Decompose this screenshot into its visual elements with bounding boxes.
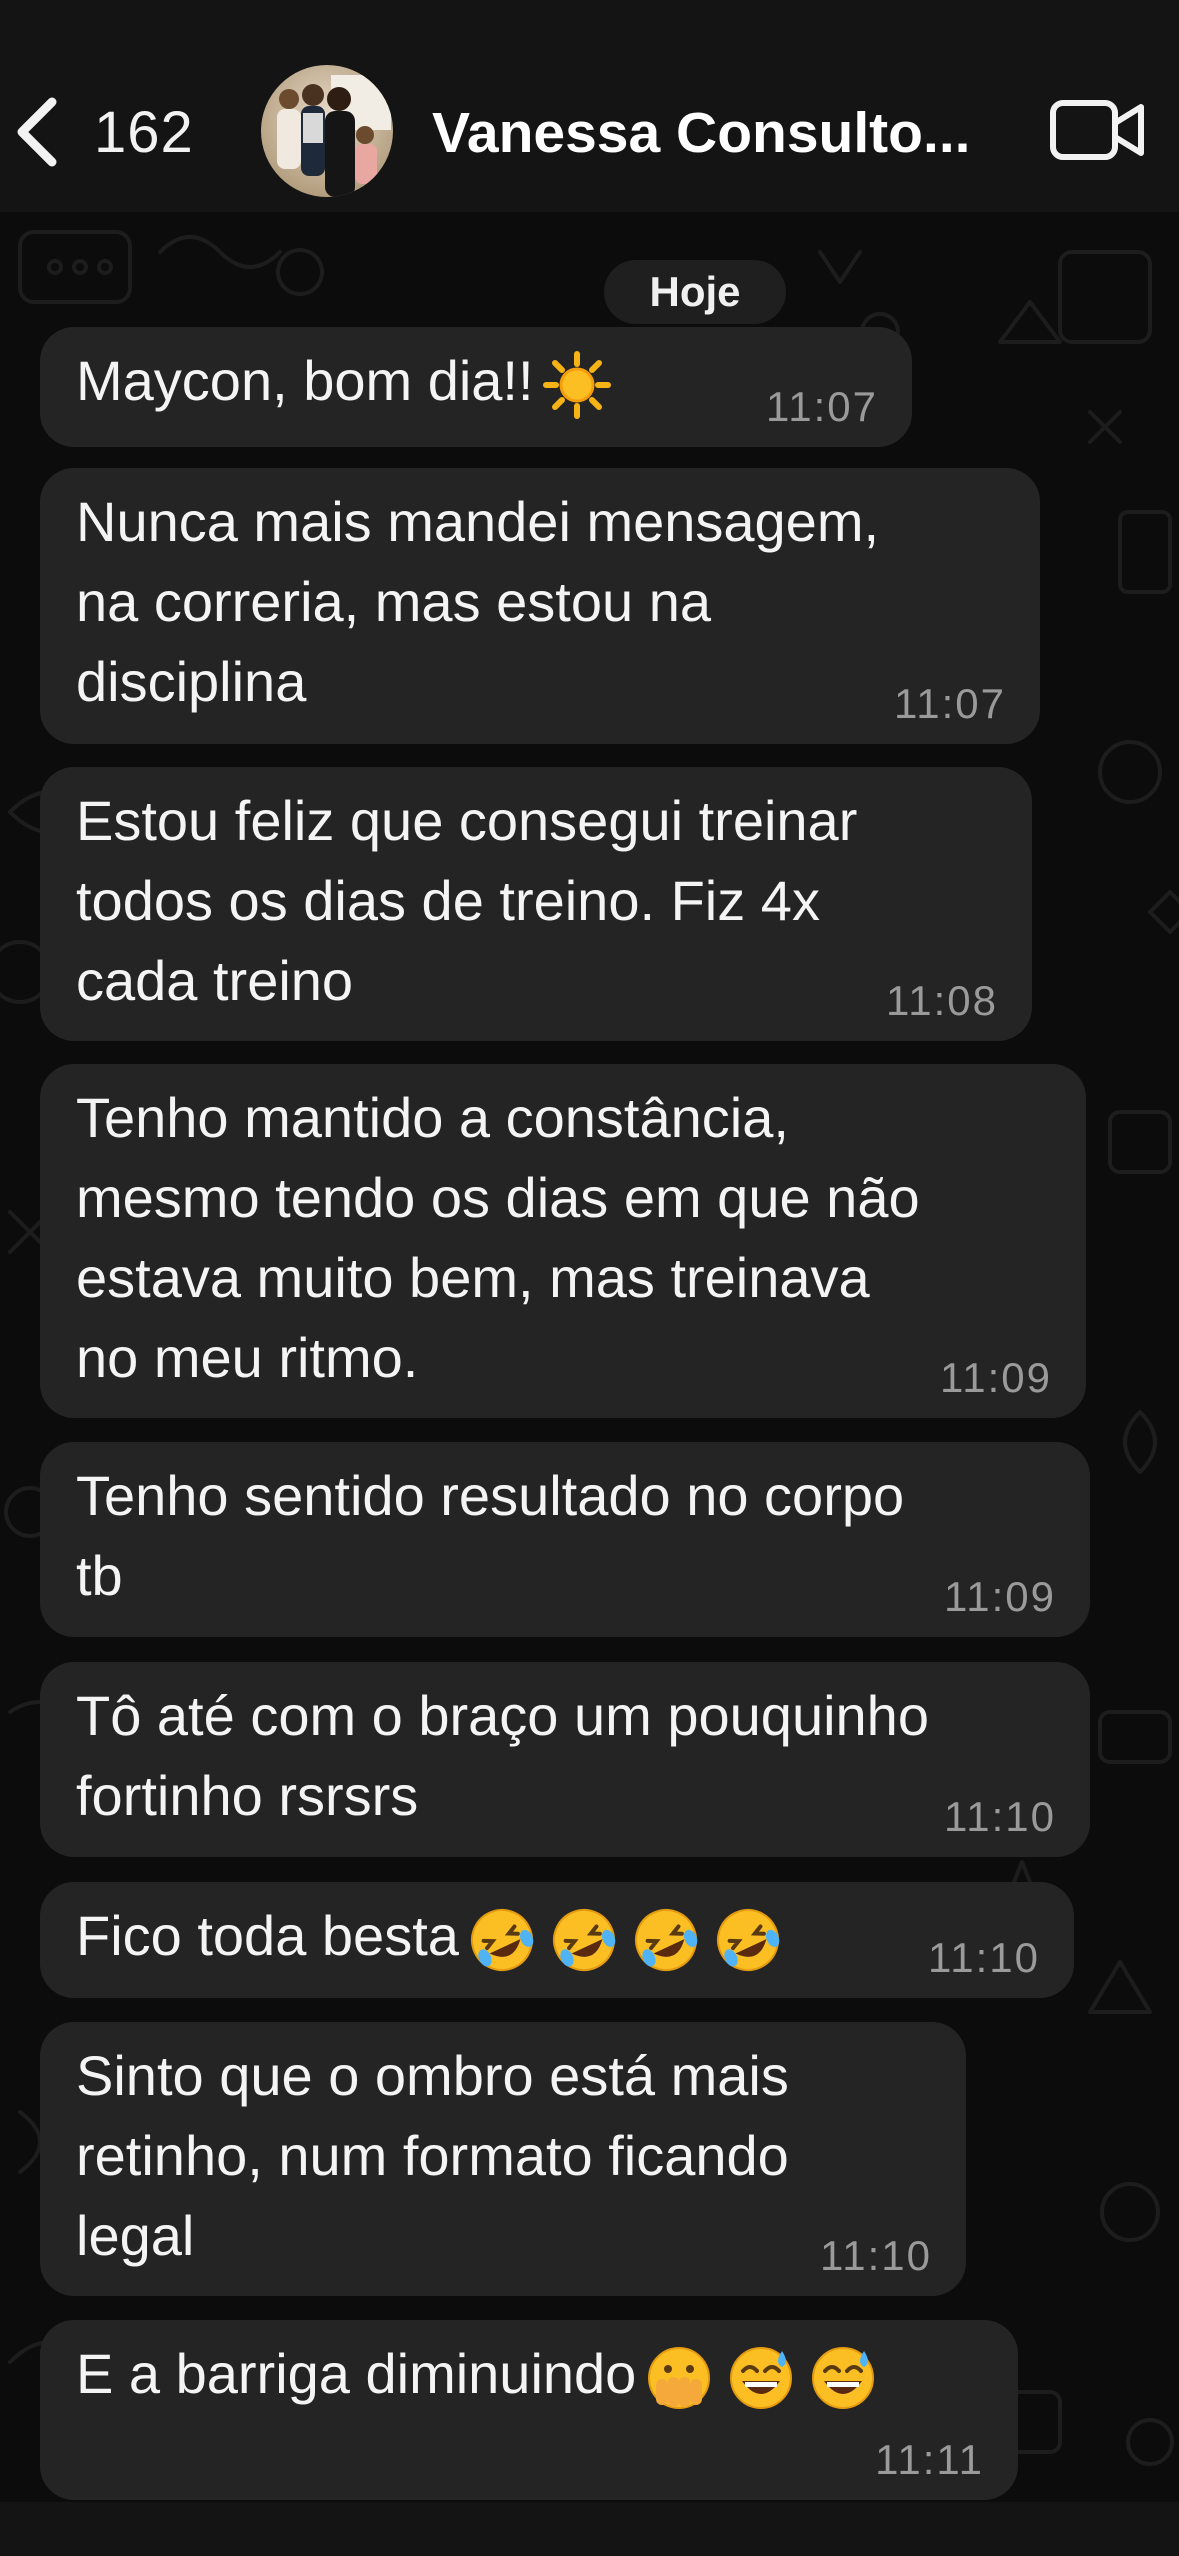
message-bubble[interactable]: Maycon, bom dia!! 11:07 xyxy=(40,327,912,447)
message-time: 11:07 xyxy=(894,680,1006,727)
message-time: 11:10 xyxy=(928,1934,1040,1981)
emoji-group xyxy=(644,2343,878,2413)
message-time: 11:10 xyxy=(820,2232,932,2279)
message-text: Sinto que o ombro está mais retinho, num… xyxy=(76,2044,789,2267)
back-button[interactable]: 162 xyxy=(10,92,210,172)
bottom-bar xyxy=(0,2502,1179,2556)
emoji-group xyxy=(542,350,612,420)
grinning-sweat-emoji-icon xyxy=(730,2347,793,2410)
contact-name[interactable]: Vanessa Consulto... xyxy=(432,98,1012,168)
laughing-emoji-icon xyxy=(634,1909,698,1972)
message-text: Tô até com o braço um pouquinho fortinho… xyxy=(76,1684,929,1827)
grinning-sweat-emoji-icon xyxy=(812,2347,875,2410)
message-bubble[interactable]: Estou feliz que consegui treinar todos o… xyxy=(40,767,1032,1041)
laughing-emoji-icon xyxy=(552,1909,616,1972)
sun-emoji-icon xyxy=(542,351,611,420)
message-text: Tenho mantido a constância, mesmo tendo … xyxy=(76,1086,920,1389)
message-text: Nunca mais mandei mensagem, na correria,… xyxy=(76,490,880,713)
laughing-emoji-icon xyxy=(470,1909,534,1972)
message-text: Tenho sentido resultado no corpo tb xyxy=(76,1464,905,1607)
laughing-emoji-icon xyxy=(716,1909,780,1972)
message-text: E a barriga diminuindo xyxy=(76,2342,878,2410)
message-text-content: Fico toda besta xyxy=(76,1904,459,1967)
video-call-button[interactable] xyxy=(1048,95,1148,165)
message-bubble[interactable]: Tenho mantido a constância, mesmo tendo … xyxy=(40,1064,1086,1418)
message-bubble[interactable]: Fico toda besta 11:10 xyxy=(40,1882,1074,1998)
unread-count: 162 xyxy=(94,99,194,165)
date-separator: Hoje xyxy=(604,260,786,324)
message-time: 11:07 xyxy=(766,383,878,430)
message-time: 11:08 xyxy=(886,977,998,1024)
chat-header: 162 Vanessa Consulto... xyxy=(0,0,1179,212)
message-bubble[interactable]: Nunca mais mandei mensagem, na correria,… xyxy=(40,468,1040,744)
emoji-group xyxy=(467,1905,783,1975)
message-text: Fico toda besta xyxy=(76,1904,783,1972)
hand-over-mouth-emoji-icon xyxy=(648,2347,711,2410)
message-list[interactable]: Hoje Maycon, bom dia!! 11:07 Nunca mais … xyxy=(0,212,1179,2502)
chat-screen: 162 Vanessa Consulto... Hoje Maycon, bom… xyxy=(0,0,1179,2556)
contact-avatar[interactable] xyxy=(261,65,393,197)
video-call-icon xyxy=(1050,100,1144,160)
message-text-content: E a barriga diminuindo xyxy=(76,2342,637,2405)
message-text: Maycon, bom dia!! xyxy=(76,349,612,420)
message-text: Estou feliz que consegui treinar todos o… xyxy=(76,789,858,1012)
message-time: 11:11 xyxy=(875,2436,984,2483)
message-bubble[interactable]: Sinto que o ombro está mais retinho, num… xyxy=(40,2022,966,2296)
chevron-left-icon xyxy=(17,97,57,167)
message-text-content: Maycon, bom dia!! xyxy=(76,349,534,412)
message-bubble[interactable]: Tô até com o braço um pouquinho fortinho… xyxy=(40,1662,1090,1857)
message-time: 11:10 xyxy=(944,1793,1056,1840)
message-time: 11:09 xyxy=(940,1354,1052,1401)
message-time: 11:09 xyxy=(944,1573,1056,1620)
message-bubble[interactable]: E a barriga diminuindo 11:11 xyxy=(40,2320,1018,2500)
message-bubble[interactable]: Tenho sentido resultado no corpo tb 11:0… xyxy=(40,1442,1090,1637)
